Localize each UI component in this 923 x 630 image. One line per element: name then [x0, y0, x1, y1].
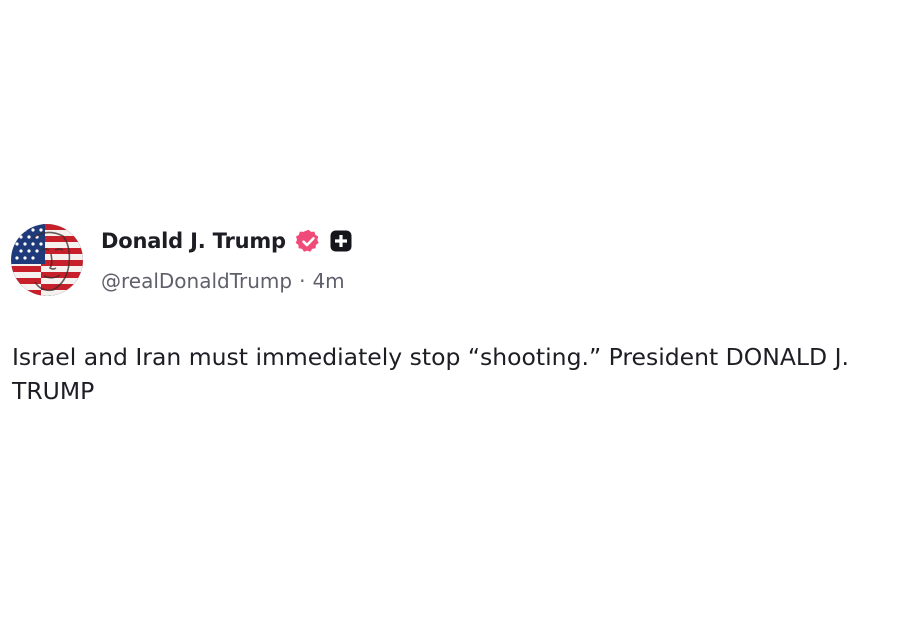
display-name[interactable]: Donald J. Trump — [101, 229, 286, 253]
flag-face-avatar-icon — [11, 224, 83, 296]
handle-row: @realDonaldTrump · 4m — [101, 266, 345, 296]
author-handle[interactable]: @realDonaldTrump — [101, 269, 292, 293]
post-timestamp[interactable]: 4m — [312, 269, 344, 293]
post-card: Donald J. Trump @realDonaldTrump · 4m Is… — [0, 0, 923, 630]
author-row: Donald J. Trump — [101, 224, 353, 258]
separator-dot: · — [299, 269, 306, 293]
post-body-text: Israel and Iran must immediately stop “s… — [12, 343, 849, 405]
verified-badge-icon — [295, 228, 322, 255]
plus-badge-icon — [329, 229, 353, 253]
avatar[interactable] — [11, 224, 83, 296]
